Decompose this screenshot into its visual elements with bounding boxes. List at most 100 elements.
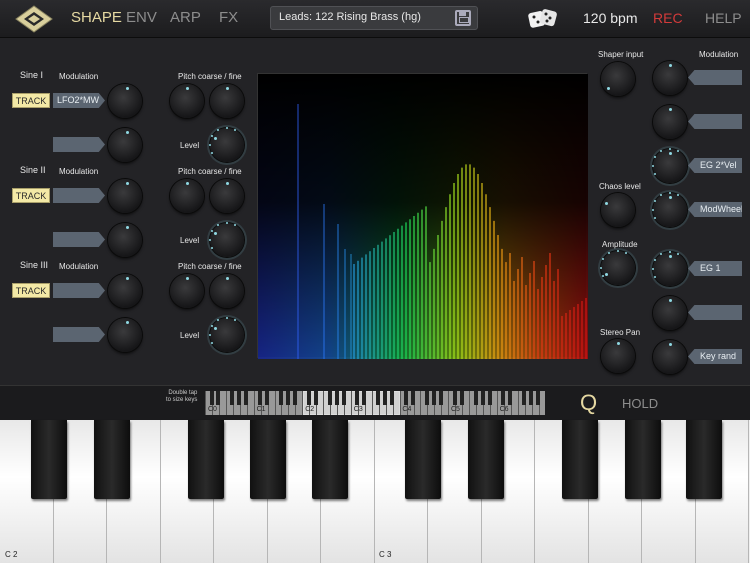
right-mod-knob-5[interactable] — [651, 250, 687, 286]
tab-fx[interactable]: FX — [219, 9, 238, 26]
right-mod-source-7[interactable]: Key rand — [688, 349, 742, 364]
help-button[interactable]: HELP — [705, 10, 742, 26]
right-mod-knob-1[interactable] — [653, 61, 687, 95]
bpm-display[interactable]: 120 bpm — [583, 10, 637, 26]
piano-keyboard[interactable] — [0, 420, 750, 563]
hold-button[interactable]: HOLD — [622, 396, 658, 411]
sine-3-pitch-fine-knob[interactable] — [210, 274, 244, 308]
right-mod-source-6[interactable] — [688, 305, 742, 320]
knob-indicator — [605, 202, 609, 205]
sine-2-mod-amount-knob[interactable] — [108, 179, 142, 213]
mini-black-key — [334, 391, 339, 405]
right-mod-knob-6[interactable] — [653, 296, 687, 330]
preset-selector[interactable]: Leads: 122 Rising Brass (hg) — [270, 6, 478, 30]
tab-arp[interactable]: ARP — [170, 9, 201, 26]
octave-label-c2: C 2 — [5, 550, 18, 559]
sine-1-level-label: Level — [180, 141, 200, 150]
dice-icon[interactable] — [527, 6, 559, 32]
right-mod-source-1[interactable] — [688, 70, 742, 85]
right-mod-knob-4[interactable] — [651, 191, 687, 227]
sine-2-pitch-coarse-knob[interactable] — [170, 179, 204, 213]
knob-level-dot — [601, 275, 604, 277]
knob-level-dot — [653, 173, 656, 175]
black-key[interactable] — [31, 420, 67, 499]
logo-icon[interactable] — [14, 4, 54, 34]
shaper-input-knob[interactable] — [601, 62, 635, 96]
sine-1-modulation-label: Modulation — [59, 72, 99, 81]
stereo-pan-knob[interactable] — [601, 339, 635, 373]
sine-2-pitch-fine-knob[interactable] — [210, 179, 244, 213]
tab-shape[interactable]: SHAPE — [71, 9, 122, 26]
chaos-level-knob[interactable] — [601, 193, 635, 227]
save-icon[interactable] — [455, 10, 471, 26]
right-mod-source-4[interactable]: ModWheel — [688, 202, 742, 217]
knob-level-dot — [653, 276, 656, 278]
sine-3-mod-source-2[interactable] — [53, 327, 105, 342]
mini-key-divider — [469, 391, 471, 415]
knob-indicator — [668, 151, 672, 155]
right-mod-knob-3[interactable] — [651, 147, 687, 183]
sine-1-pitch-fine-knob[interactable] — [210, 84, 244, 118]
mini-key-divider — [274, 391, 276, 415]
knob-level-dot — [677, 149, 679, 152]
black-key[interactable] — [94, 420, 130, 499]
sine-3-track-button[interactable]: TRACK — [12, 283, 50, 298]
rec-button[interactable]: REC — [653, 10, 683, 26]
amplitude-knob[interactable] — [599, 249, 635, 285]
right-mod-knob-7[interactable] — [653, 340, 687, 374]
sine-1-track-button[interactable]: TRACK — [12, 93, 50, 108]
knob-level-dot — [234, 128, 236, 131]
knob-level-dot — [210, 152, 213, 154]
sine-2-mod-amount-2-knob[interactable] — [108, 223, 142, 257]
black-key[interactable] — [562, 420, 598, 499]
sine-3-pitch-coarse-knob[interactable] — [170, 274, 204, 308]
sine-1-title: Sine I — [20, 70, 44, 80]
knob-indicator — [214, 327, 218, 330]
mini-key-divider — [302, 391, 304, 415]
mini-black-key — [487, 391, 492, 405]
sine-3-mod-amount-2-knob[interactable] — [108, 318, 142, 352]
sine-1-level-knob[interactable] — [208, 126, 244, 162]
sine-2-mod-source-2[interactable] — [53, 232, 105, 247]
sine-3-level-knob[interactable] — [208, 316, 244, 352]
black-key[interactable] — [405, 420, 441, 499]
knob-indicator — [214, 137, 218, 140]
amplitude-label: Amplitude — [602, 240, 638, 249]
mini-black-key — [237, 391, 242, 405]
sine-1-mod-source-1[interactable]: LFO2*MW — [53, 93, 105, 108]
black-key[interactable] — [188, 420, 224, 499]
sine-3-mod-source-1[interactable] — [53, 283, 105, 298]
mini-key-divider — [225, 391, 227, 415]
knob-indicator — [125, 276, 129, 280]
sine-2-level-knob[interactable] — [208, 221, 244, 257]
black-key[interactable] — [468, 420, 504, 499]
knob-level-dot — [660, 252, 662, 255]
right-mod-source-2[interactable] — [688, 114, 742, 129]
sine-1-pitch-coarse-knob[interactable] — [170, 84, 204, 118]
knob-level-dot — [217, 318, 219, 321]
right-mod-source-5[interactable]: EG 1 — [688, 261, 742, 276]
hint-line-2: to size keys — [166, 397, 198, 403]
sine-1-mod-amount-knob[interactable] — [108, 84, 142, 118]
mini-black-key — [404, 391, 409, 405]
right-mod-source-3[interactable]: EG 2*Vel — [688, 158, 742, 173]
mini-octave-label-c5: C5 — [451, 406, 460, 413]
mini-key-divider — [399, 391, 401, 415]
black-key[interactable] — [312, 420, 348, 499]
sine-2-pitch-label: Pitch coarse / fine — [178, 167, 242, 176]
tab-env[interactable]: ENV — [126, 9, 157, 26]
knob-indicator — [125, 320, 129, 324]
quantize-button[interactable]: Q — [580, 390, 597, 416]
sine-3-mod-amount-knob[interactable] — [108, 274, 142, 308]
knob-level-dot — [653, 200, 656, 202]
sine-1-mod-source-2[interactable] — [53, 137, 105, 152]
black-key[interactable] — [686, 420, 722, 499]
sine-2-track-button[interactable]: TRACK — [12, 188, 50, 203]
sine-2-mod-source-1[interactable] — [53, 188, 105, 203]
black-key[interactable] — [625, 420, 661, 499]
knob-indicator — [605, 273, 609, 276]
sine-1-mod-amount-2-knob[interactable] — [108, 128, 142, 162]
right-mod-knob-2[interactable] — [653, 105, 687, 139]
black-key[interactable] — [250, 420, 286, 499]
knob-level-dot — [208, 238, 211, 241]
